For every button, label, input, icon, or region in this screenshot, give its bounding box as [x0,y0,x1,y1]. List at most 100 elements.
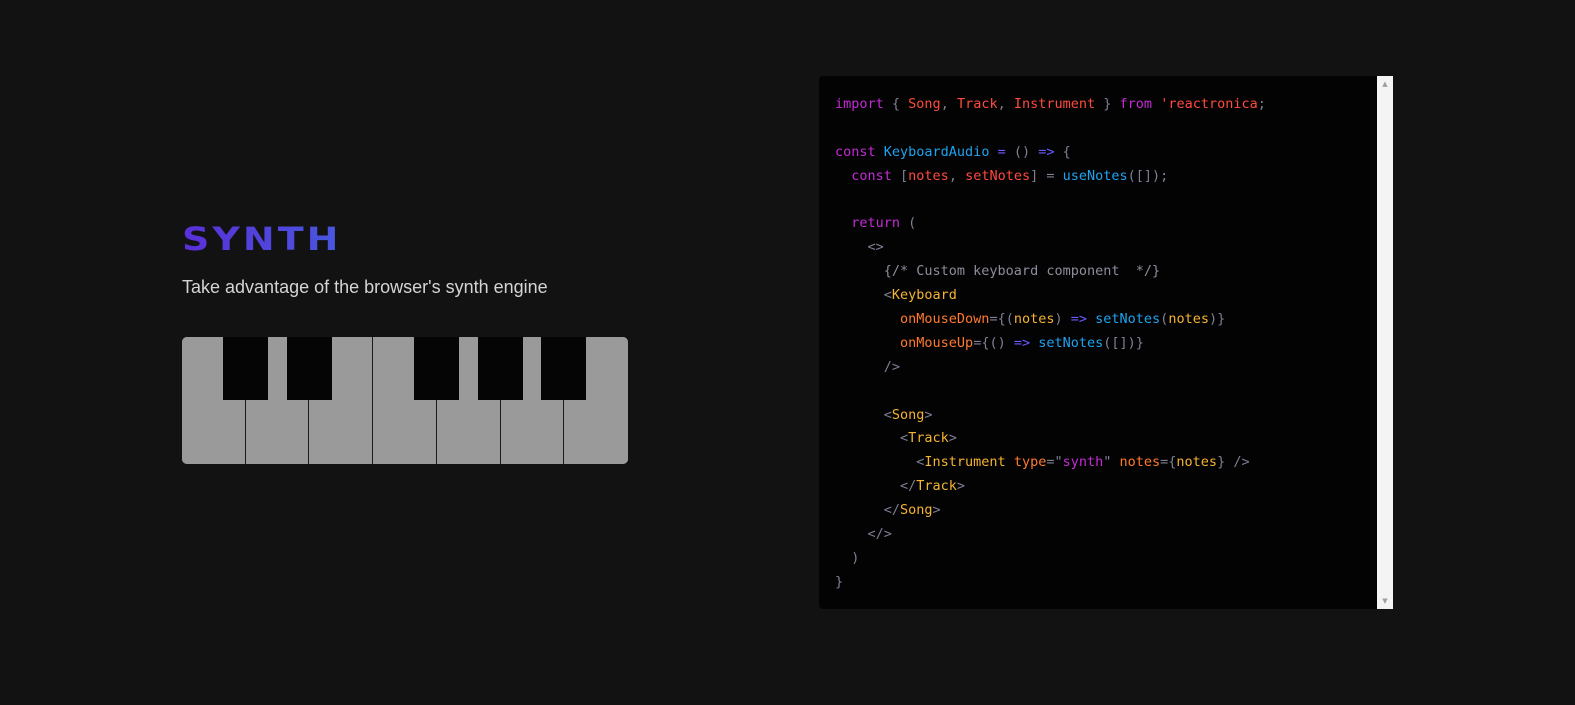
code-token: ={ [1160,454,1177,471]
code-token: Keyboard [891,287,957,304]
piano-keyboard[interactable] [182,337,628,464]
page-title: SYNTH [182,222,642,256]
code-token: } [835,573,844,590]
black-key[interactable] [478,337,523,400]
code-token: < [835,454,925,471]
scroll-up-arrow-icon[interactable]: ▲ [1377,76,1393,92]
code-token: Track [956,96,998,112]
code-token: import [835,96,884,112]
code-token: notes [1168,311,1209,328]
code-block: import { Song, Track, Instrument } from … [835,93,1266,595]
code-line: <Song> [835,404,1266,428]
code-token: , [997,96,1014,112]
code-token: setNotes [965,167,1031,184]
code-token: , [940,96,957,112]
code-token: </ [835,478,917,495]
code-line: </Song> [835,499,1266,523]
code-token: ([])} [1103,334,1144,351]
code-token: <> [835,239,884,256]
code-token: < [835,430,909,447]
code-token: onMouseUp [900,334,974,351]
code-token: , [948,167,966,184]
black-key[interactable] [223,337,268,400]
code-line: /> [835,356,1266,380]
code-token: KeyboardAudio [883,143,990,160]
code-panel: import { Song, Track, Instrument } from … [819,76,1393,609]
code-line: <Track> [835,427,1266,451]
code-token: Song [908,96,941,112]
code-token: } [1095,96,1120,112]
black-key[interactable] [414,337,459,400]
code-token: setNotes [1038,334,1104,351]
code-line: </Track> [835,475,1266,499]
code-token: ( [900,215,917,232]
code-token: () [1005,143,1039,160]
code-line: {/* Custom keyboard component */} [835,260,1266,284]
code-token: < [835,287,892,304]
scroll-down-arrow-icon[interactable]: ▼ [1377,593,1393,609]
black-key[interactable] [541,337,586,400]
vertical-scrollbar[interactable]: ▲ ▼ [1377,76,1393,609]
code-token: </> [835,526,892,543]
code-token: Track [916,478,957,495]
code-token: { [883,96,909,112]
code-token: Song [900,502,933,519]
code-token: onMouseDown [900,311,990,328]
code-token: notes [1013,311,1055,328]
code-line: </> [835,523,1266,547]
code-token: 'reactronica [1160,96,1258,112]
code-token: notes [908,167,949,184]
code-token: Song [891,406,925,423]
code-token: Track [908,430,949,447]
code-token: =" [1046,454,1063,471]
code-token: > [932,502,941,519]
code-token: {/* Custom keyboard component */} [835,263,1161,280]
code-token: [ [891,167,909,184]
code-token: const [835,143,876,160]
code-token: ) [835,549,860,566]
code-token: from [1119,96,1153,112]
code-token: ={( [989,311,1014,328]
code-token: = [997,143,1006,160]
code-token: return [851,215,901,232]
code-token: )} [1208,311,1226,328]
code-line: onMouseDown={(notes) => setNotes(notes)} [835,308,1266,332]
code-token: => [1070,311,1087,328]
code-token: notes [1119,454,1161,471]
code-token: ) [1054,311,1071,328]
code-line: return ( [835,212,1266,236]
code-line: <> [835,236,1266,260]
code-token: Instrument [924,454,1006,471]
code-token: /> [835,358,901,375]
code-token: { [1054,143,1071,160]
code-token: const [851,167,892,184]
black-key[interactable] [287,337,332,400]
code-line: ) [835,547,1266,571]
code-token: > [956,478,966,495]
code-token: => [1013,334,1031,351]
code-token: > [948,430,957,447]
page-subtitle: Take advantage of the browser's synth en… [182,277,548,297]
code-token: ; [1257,96,1266,112]
code-line: import { Song, Track, Instrument } from … [835,93,1266,117]
code-token: </ [835,502,901,519]
code-line: onMouseUp={() => setNotes([])} [835,332,1266,356]
code-line: <Keyboard [835,284,1266,308]
code-token: type [1013,454,1047,471]
code-token: setNotes [1095,311,1161,328]
code-token: ([]); [1127,167,1169,184]
code-token: ={() [973,334,1014,351]
code-token: synth [1062,454,1104,471]
code-line: const [notes, setNotes] = useNotes([]); [835,165,1266,189]
